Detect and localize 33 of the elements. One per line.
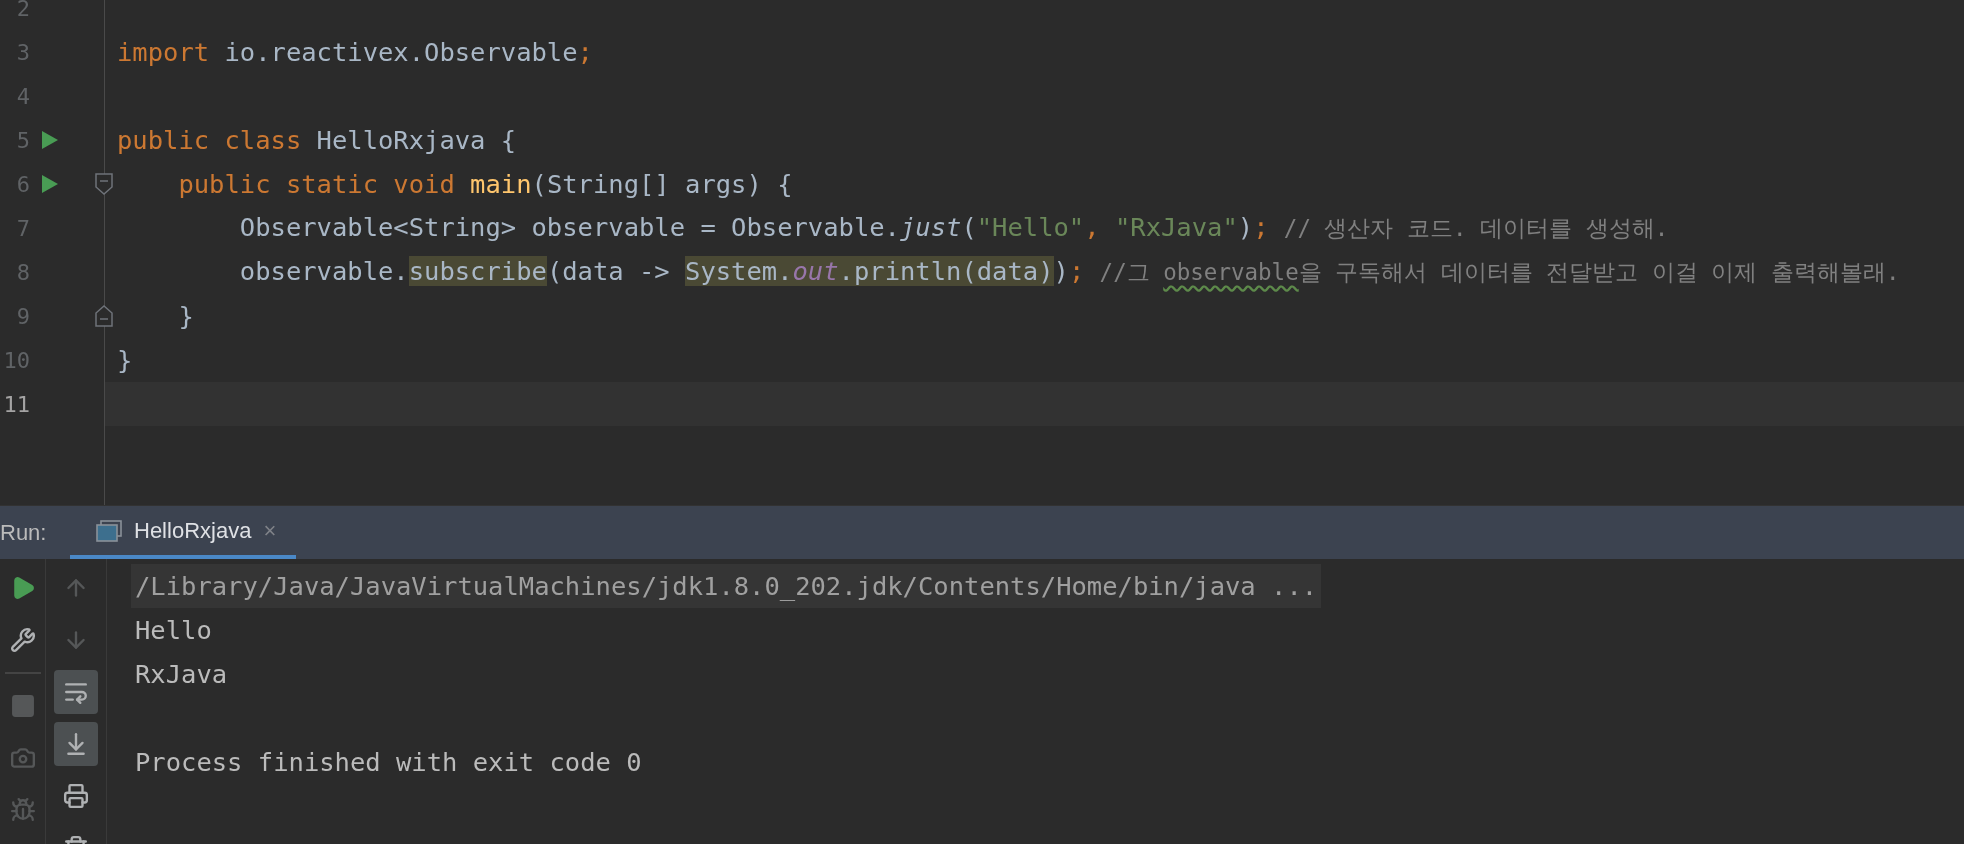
console-output: RxJava: [134, 658, 229, 691]
wrap-text-button[interactable]: [54, 670, 98, 714]
stop-icon: [9, 693, 36, 719]
camera-icon: [9, 745, 36, 771]
bug-icon: [9, 797, 36, 823]
wrench-icon: [9, 627, 36, 653]
line-number: 5: [15, 127, 30, 153]
console-window-icon: [96, 519, 122, 542]
fold-icon[interactable]: [95, 305, 113, 327]
scroll-to-end-button[interactable]: [54, 722, 98, 766]
line-number: 4: [15, 83, 30, 109]
line-number: 7: [15, 215, 30, 241]
code-line: import io.reactivex.Observable;: [117, 37, 593, 67]
fold-icon[interactable]: [95, 173, 113, 195]
line-number: 11: [2, 391, 30, 417]
line-number: 8: [15, 259, 30, 285]
code-line: public static void main(String[] args) {: [177, 169, 793, 199]
line-number: 2: [15, 0, 30, 21]
run-panel-label: Run:: [0, 519, 48, 546]
line-number: 9: [15, 303, 30, 329]
code-line: Observable<String> observable = Observable.just("Hello", "RxJava"); // 생산자 코드. 데이터를 생성해.: [238, 212, 1669, 244]
code-line: observable.subscribe(data -> System.out.println(data)); //그 observable을 구독해서 데이터를 전달받고 이걸 이제 출력해볼래.: [238, 256, 1900, 288]
run-icon[interactable]: [41, 130, 59, 150]
console-output: Hello: [134, 614, 213, 647]
code-line: }: [177, 301, 194, 331]
console-output: Process finished with exit code 0: [134, 746, 643, 779]
line-number: 10: [2, 347, 30, 373]
code-line: public class HelloRxjava {: [117, 125, 517, 155]
line-number: 3: [15, 39, 30, 65]
code-line: }: [117, 345, 133, 375]
run-icon[interactable]: [41, 174, 59, 194]
printer-icon: [63, 783, 89, 809]
line-number: 6: [15, 171, 30, 197]
